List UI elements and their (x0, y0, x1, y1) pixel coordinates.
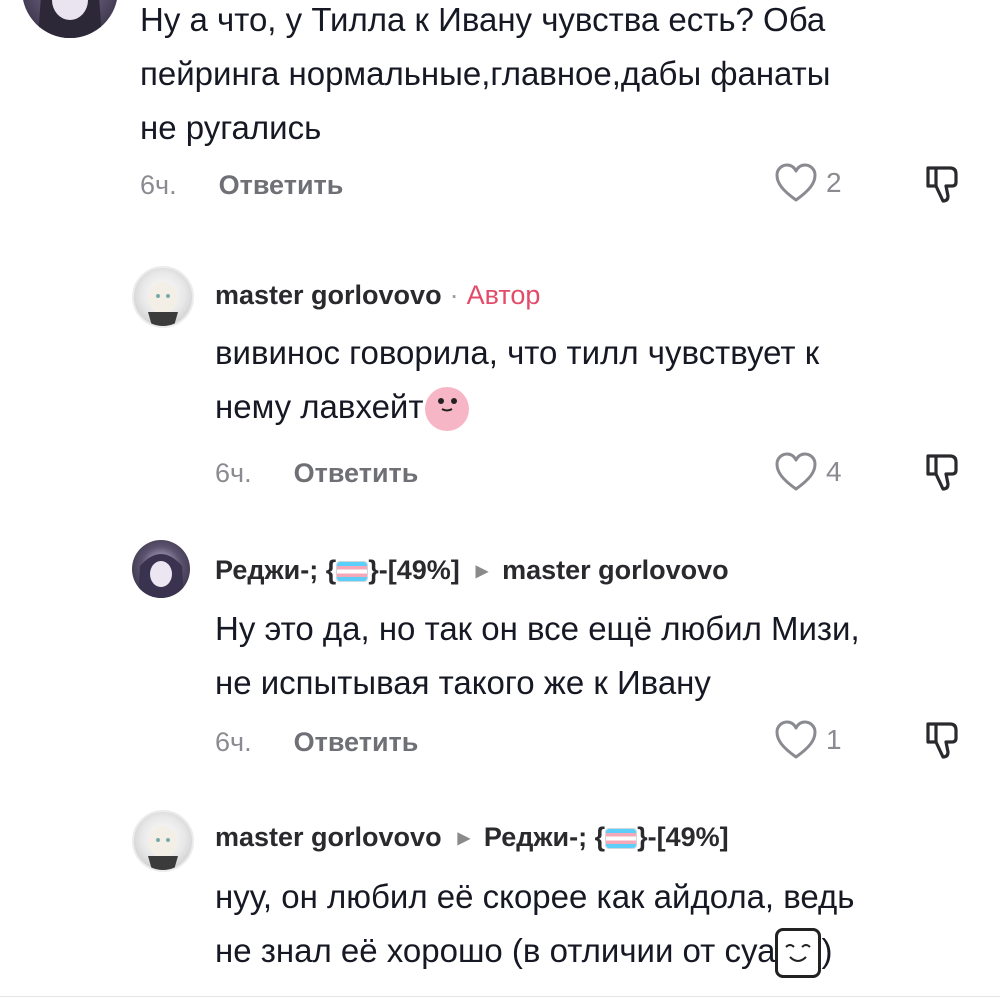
separator-dot: · (449, 280, 459, 310)
triangle-right-icon: ▶ (457, 829, 470, 847)
avatar[interactable] (132, 540, 190, 598)
username[interactable]: master gorlovovo (215, 280, 442, 311)
like-button[interactable]: 2 (774, 163, 842, 203)
like-count: 4 (826, 456, 842, 487)
reply-button[interactable]: Ответить (219, 170, 344, 201)
transgender-flag-emoji (337, 562, 368, 582)
avatar[interactable] (132, 810, 194, 872)
comment-text: Ну это да, но так он все ещё любил Мизи,… (215, 610, 860, 701)
heart-outline-icon (775, 720, 817, 759)
comment-text: нуу, он любил её скорее как айдола, ведь… (215, 870, 995, 979)
thumbs-down-icon[interactable] (922, 720, 962, 760)
comment-header: master gorlovovo · Автор (215, 280, 975, 311)
reply-to-username[interactable]: master gorlovovo (502, 555, 729, 586)
comment-timestamp: 6ч. (140, 170, 177, 200)
like-count: 1 (826, 724, 842, 755)
reply-to-username[interactable]: Реджи-; {}-[49%] (484, 822, 729, 853)
avatar[interactable] (132, 266, 194, 328)
comment-timestamp: 6ч. (215, 727, 252, 757)
like-count: 2 (826, 167, 842, 198)
comment-text: вивинос говорила, что тилл чувствует к н… (215, 326, 985, 434)
like-button[interactable]: 4 (774, 452, 842, 492)
thumbs-down-icon[interactable] (922, 164, 962, 204)
transgender-flag-emoji (606, 829, 637, 849)
triangle-right-icon: ▶ (475, 562, 489, 580)
square-face-emoji (775, 928, 822, 979)
heart-outline-icon (775, 452, 817, 491)
thumbs-down-icon[interactable] (922, 452, 962, 492)
username[interactable]: Реджи-; {}-[49%] (215, 555, 460, 586)
reply-button[interactable]: Ответить (294, 727, 419, 758)
heart-outline-icon (775, 163, 817, 202)
comment-header: Реджи-; {}-[49%] ▶ master gorlovovo (215, 555, 995, 586)
comment-text: Ну а что, у Тилла к Ивану чувства есть? … (140, 1, 831, 146)
like-button[interactable]: 1 (774, 720, 842, 760)
avatar[interactable] (22, 0, 118, 38)
reply-button[interactable]: Ответить (294, 458, 419, 489)
comment-timestamp: 6ч. (215, 458, 252, 488)
pink-face-emoji (425, 387, 470, 432)
comment-header: master gorlovovo ▶ Реджи-; {}-[49%] (215, 822, 995, 853)
username[interactable]: master gorlovovo (215, 822, 442, 853)
bottom-divider (0, 996, 1000, 997)
author-badge: Автор (466, 280, 541, 310)
